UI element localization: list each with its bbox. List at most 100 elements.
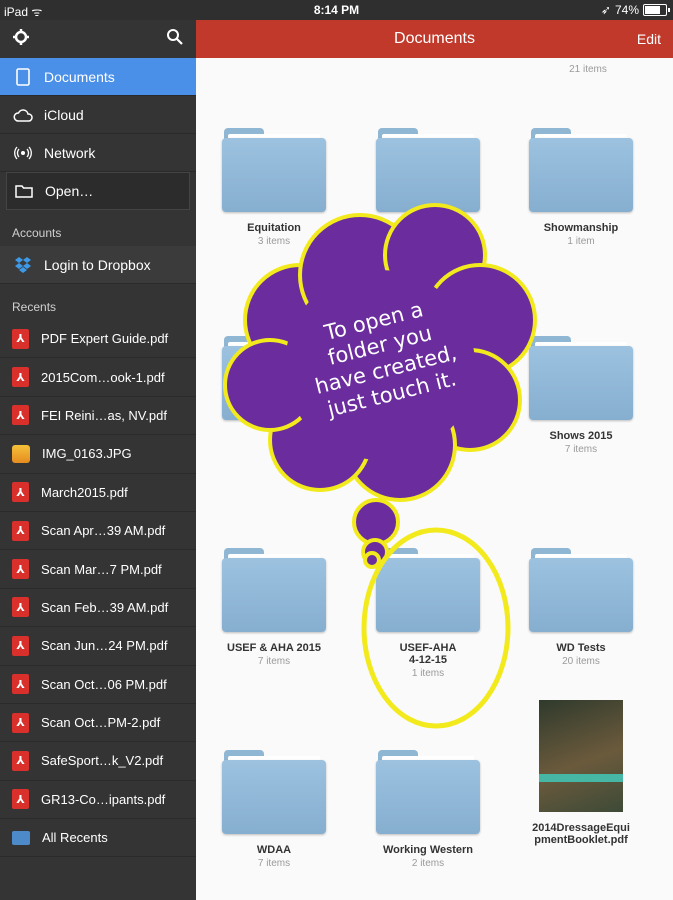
sidebar: Documents iCloud Network Open… Accounts … — [0, 20, 196, 900]
edit-button[interactable]: Edit — [637, 31, 661, 47]
thumbnail-stripe — [539, 774, 623, 782]
recent-item[interactable]: ⅄ Scan Jun…24 PM.pdf — [0, 627, 196, 666]
pdf-glyph: ⅄ — [16, 754, 25, 768]
pdf-file-icon: ⅄ — [12, 482, 29, 503]
sidebar-item-documents[interactable]: Documents — [0, 58, 196, 96]
accounts-header: Accounts — [0, 210, 196, 246]
recent-item[interactable]: ⅄ Scan Oct…PM-2.pdf — [0, 704, 196, 743]
folder-body — [376, 138, 480, 212]
recent-item-label: PDF Expert Guide.pdf — [41, 331, 169, 347]
battery-fill — [645, 6, 660, 14]
pdf-file-icon: ⅄ — [12, 789, 29, 810]
recent-item-label: Scan Jun…24 PM.pdf — [41, 638, 168, 654]
recent-item[interactable]: ⅄ March2015.pdf — [0, 474, 196, 512]
recent-item-label: SafeSport…k_V2.pdf — [41, 753, 164, 769]
folder-icon — [529, 548, 633, 632]
pdf-file-icon: ⅄ — [12, 750, 29, 771]
pdf-file-icon: ⅄ — [12, 405, 29, 426]
recent-item-label: Scan Oct…PM-2.pdf — [41, 715, 161, 731]
battery-percent: 74% — [614, 3, 639, 17]
nav-bar: Documents Edit — [196, 20, 673, 58]
folder-body — [529, 346, 633, 420]
folder-count: 20 items — [562, 656, 600, 667]
recent-item[interactable]: ⅄ FEI Reini…as, NV.pdf — [0, 397, 196, 436]
pdf-glyph: ⅄ — [16, 485, 25, 499]
folder-tile[interactable] — [368, 128, 488, 222]
folder-icon — [376, 750, 480, 834]
folder-icon — [529, 336, 633, 420]
folder-tile[interactable]: Equitation 3 items — [214, 128, 334, 247]
sidebar-item-label: Open… — [45, 183, 94, 199]
folder-tile[interactable]: WDAA 7 items — [214, 750, 334, 869]
page-title: Documents — [394, 30, 475, 47]
folder-count: 3 items — [257, 236, 291, 247]
pdf-file-icon: ⅄ — [12, 712, 29, 733]
folder-tile[interactable]: Shows 2015 7 items — [521, 336, 641, 455]
recent-item[interactable]: ⅄ Scan Mar…7 PM.pdf — [0, 550, 196, 589]
sidebar-item-label: Network — [44, 144, 96, 161]
pdf-glyph: ⅄ — [16, 600, 25, 614]
sidebar-item-dropbox[interactable]: Login to Dropbox — [0, 246, 196, 284]
folder-icon — [529, 128, 633, 212]
folder-body — [529, 138, 633, 212]
folder-tile[interactable]: Working Western 2 items — [368, 750, 488, 869]
recent-item[interactable]: ⅄ GR13-Co…ipants.pdf — [0, 781, 196, 820]
pdf-glyph: ⅄ — [16, 332, 25, 346]
folder-tile[interactable]: Showmanship 1 item — [521, 128, 641, 247]
folder-count: 7 items — [564, 444, 598, 455]
sidebar-item-icloud[interactable]: iCloud — [0, 96, 196, 134]
folder-name: USEF-AHA 4-12-15 — [399, 642, 457, 666]
folder-name: Working Western — [382, 844, 474, 856]
recent-item-label: 2015Com…ook-1.pdf — [41, 369, 165, 385]
sidebar-item-open[interactable]: Open… — [6, 172, 190, 210]
pdf-file-icon: ⅄ — [12, 635, 29, 656]
recent-item[interactable]: ⅄ PDF Expert Guide.pdf — [0, 320, 196, 359]
folder-name: 2014DressageEqui pmentBooklet.pdf — [532, 822, 630, 846]
folder-name: USEF & AHA 2015 — [227, 642, 321, 654]
network-icon — [12, 142, 34, 164]
pdf-glyph: ⅄ — [16, 639, 25, 653]
status-right: ➶ 74% — [601, 3, 670, 17]
gear-icon[interactable] — [12, 28, 30, 51]
pdf-file-icon: ⅄ — [12, 674, 29, 695]
documents-grid: 21 items Equitation 3 items Showmanship 1 i… — [196, 58, 673, 900]
recent-item[interactable]: ⅄ SafeSport…k_V2.pdf — [0, 742, 196, 781]
pdf-glyph: ⅄ — [16, 408, 25, 422]
recent-item[interactable]: ⅄ Scan Oct…06 PM.pdf — [0, 666, 196, 704]
recent-item[interactable]: ⅄ Scan Feb…39 AM.pdf — [0, 589, 196, 628]
folder-count: 7 items — [257, 858, 291, 869]
status-bar: iPad ᯤ 8:14 PM ➶ 74% — [0, 0, 673, 20]
folder-tile[interactable]: WD Tests 20 items — [521, 548, 641, 667]
sidebar-item-all-recents[interactable]: All Recents — [0, 819, 196, 858]
folder-icon — [222, 548, 326, 632]
pdf-file-icon: ⅄ — [12, 559, 29, 580]
dropbox-icon — [12, 254, 34, 276]
pdf-file-icon: ⅄ — [12, 520, 29, 541]
recent-item-label: Scan Apr…39 AM.pdf — [41, 523, 166, 539]
recents-header: Recents — [0, 284, 196, 320]
folder-count: 1 items — [411, 668, 445, 679]
recent-item[interactable]: ⅄ 2015Com…ook-1.pdf — [0, 358, 196, 397]
folder-icon — [376, 128, 480, 212]
folder-icon — [376, 548, 480, 632]
folder-body — [376, 558, 480, 632]
item-count: 21 items — [569, 64, 607, 75]
folder-body — [222, 760, 326, 834]
pdf-file-icon: ⅄ — [12, 597, 29, 618]
recent-item-label: Scan Oct…06 PM.pdf — [41, 676, 167, 692]
sidebar-item-label: All Recents — [42, 830, 108, 846]
document-icon — [12, 66, 34, 88]
folder-tile[interactable]: 2014DressageEqui pmentBooklet.pdf — [521, 700, 641, 848]
pdf-glyph: ⅄ — [16, 524, 25, 538]
battery-icon — [643, 4, 670, 16]
folder-body — [376, 760, 480, 834]
folder-tile[interactable]: USEF-AHA 4-12-15 1 items — [368, 548, 488, 679]
search-icon[interactable] — [166, 28, 184, 51]
recent-item[interactable]: IMG_0163.JPG — [0, 435, 196, 474]
folder-name: Equitation — [247, 222, 301, 234]
folder-tile[interactable]: USEF & AHA 2015 7 items — [214, 548, 334, 667]
recent-item[interactable]: ⅄ Scan Apr…39 AM.pdf — [0, 512, 196, 551]
sidebar-item-network[interactable]: Network — [0, 134, 196, 172]
sidebar-toolbar — [0, 20, 196, 58]
folder-name: Shows 2015 — [549, 430, 613, 442]
